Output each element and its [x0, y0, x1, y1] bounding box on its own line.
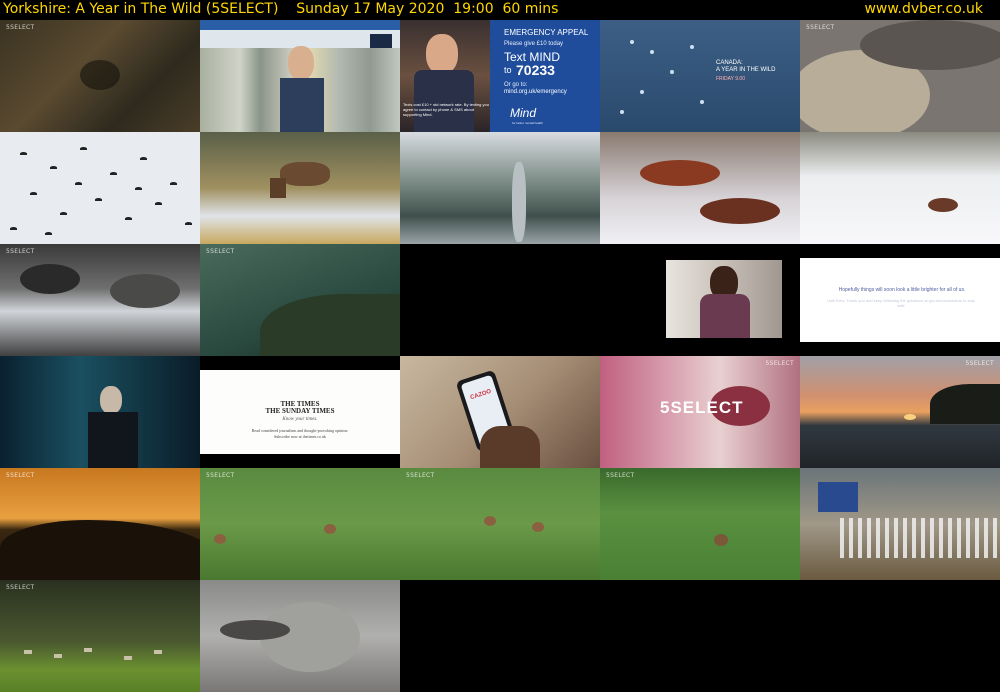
- appeal-give: Please give £10 today: [504, 41, 564, 47]
- channel-watermark: 5SELECT: [606, 472, 635, 479]
- appeal-or-go: Or go to:: [504, 82, 528, 88]
- programme-title: Yorkshire: A Year in The Wild (5SELECT) …: [3, 1, 559, 17]
- thumbnail-pheasant-field[interactable]: [800, 132, 1000, 244]
- card-headline: Hopefully things will soon look a little…: [838, 287, 966, 293]
- site-link[interactable]: www.dvber.co.uk: [864, 0, 983, 19]
- promo-line2: A YEAR IN THE WILD: [716, 67, 776, 73]
- appeal-small-print: Texts cost £10 + std network rate. By te…: [403, 102, 489, 117]
- thumbnail-rocky-shore[interactable]: 5SELECT: [0, 244, 200, 356]
- thumbnail-tractor-gulls[interactable]: [800, 468, 1000, 580]
- thumbnail-empty-2: [600, 580, 800, 692]
- thumbnail-underwater[interactable]: 5SELECT: [200, 244, 400, 356]
- times-copy2: Subscribe now at thetimes.co.uk: [274, 434, 326, 439]
- thumbnail-dusk-hill[interactable]: 5SELECT: [0, 468, 200, 580]
- mind-logo: Mind: [510, 106, 537, 120]
- channel-watermark: 5SELECT: [965, 360, 994, 367]
- thumbnail-phone-ad[interactable]: CAZOO: [400, 356, 600, 468]
- promo-line1: CANADA:: [716, 60, 743, 66]
- thumbnail-mind-appeal[interactable]: EMERGENCY APPEAL Please give £10 today T…: [400, 20, 600, 132]
- channel-watermark: 5SELECT: [206, 472, 235, 479]
- thumbnail-dark-tunnel[interactable]: [0, 356, 200, 468]
- mind-logo-sub: for better mental health: [512, 121, 543, 125]
- appeal-url: mind.org.uk/emergency: [504, 89, 567, 95]
- thumbnail-seal-closeup[interactable]: 5SELECT: [800, 20, 1000, 132]
- thumbnail-news-presenter[interactable]: [200, 20, 400, 132]
- channel-watermark: 5SELECT: [206, 248, 235, 255]
- channel-watermark: 5SELECT: [765, 360, 794, 367]
- thumbnail-empty-3: [800, 580, 1000, 692]
- appeal-to: to: [504, 65, 512, 75]
- thumbnail-hares-2[interactable]: 5SELECT: [400, 468, 600, 580]
- thumbnail-brighter-card[interactable]: Hopefully things will soon look a little…: [800, 244, 1000, 356]
- channel-watermark: 5SELECT: [806, 24, 835, 31]
- channel-watermark: 5SELECT: [6, 248, 35, 255]
- thumbnail-geese-evening[interactable]: 5SELECT: [0, 580, 200, 692]
- thumbnail-hares-1[interactable]: 5SELECT: [200, 468, 400, 580]
- thumbnail-hares-3[interactable]: 5SELECT: [600, 468, 800, 580]
- channel-watermark: 5SELECT: [406, 472, 435, 479]
- channel-watermark: 5SELECT: [6, 24, 35, 31]
- promo-line3: FRIDAY 9.00: [716, 76, 745, 82]
- thumbnail-starlings[interactable]: [0, 132, 200, 244]
- thumbnail-roe-deer[interactable]: [200, 132, 400, 244]
- header-bar: Yorkshire: A Year in The Wild (5SELECT) …: [0, 0, 1000, 20]
- thumbnail-canada-promo[interactable]: CANADA: A YEAR IN THE WILD FRIDAY 9.00: [600, 20, 800, 132]
- thumbnail-select-ident[interactable]: 5SELECT 5SELECT: [600, 356, 800, 468]
- appeal-heading: EMERGENCY APPEAL: [504, 28, 589, 37]
- channel-watermark: 5SELECT: [6, 472, 35, 479]
- channel-watermark: 5SELECT: [6, 584, 35, 591]
- appeal-number: 70233: [516, 62, 555, 78]
- thumbnail-grid: 5SELECT EMERGENCY APPEAL Please give £10…: [0, 20, 1000, 692]
- thumbnail-blank: [400, 244, 600, 356]
- thumbnail-coast-sunset[interactable]: 5SELECT: [800, 356, 1000, 468]
- thumbnail-dark-ground[interactable]: 5SELECT: [0, 20, 200, 132]
- times-tagline: Know your times.: [282, 417, 318, 422]
- thumbnail-heron[interactable]: [400, 132, 600, 244]
- thumbnail-pheasants-snow[interactable]: [600, 132, 800, 244]
- thumbnail-seals-resting[interactable]: [200, 580, 400, 692]
- thumbnail-video-call[interactable]: [600, 244, 800, 356]
- sunday-times-masthead: THE SUNDAY TIMES: [265, 407, 335, 415]
- thumbnail-empty-1: [400, 580, 600, 692]
- times-copy1: Read considered journalism and thought-p…: [251, 428, 349, 433]
- select-logo: 5SELECT: [660, 398, 744, 417]
- card-body: Until then, Thank you and keep following…: [827, 298, 975, 308]
- thumbnail-times-ad[interactable]: THE TIMES THE SUNDAY TIMES Know your tim…: [200, 356, 400, 468]
